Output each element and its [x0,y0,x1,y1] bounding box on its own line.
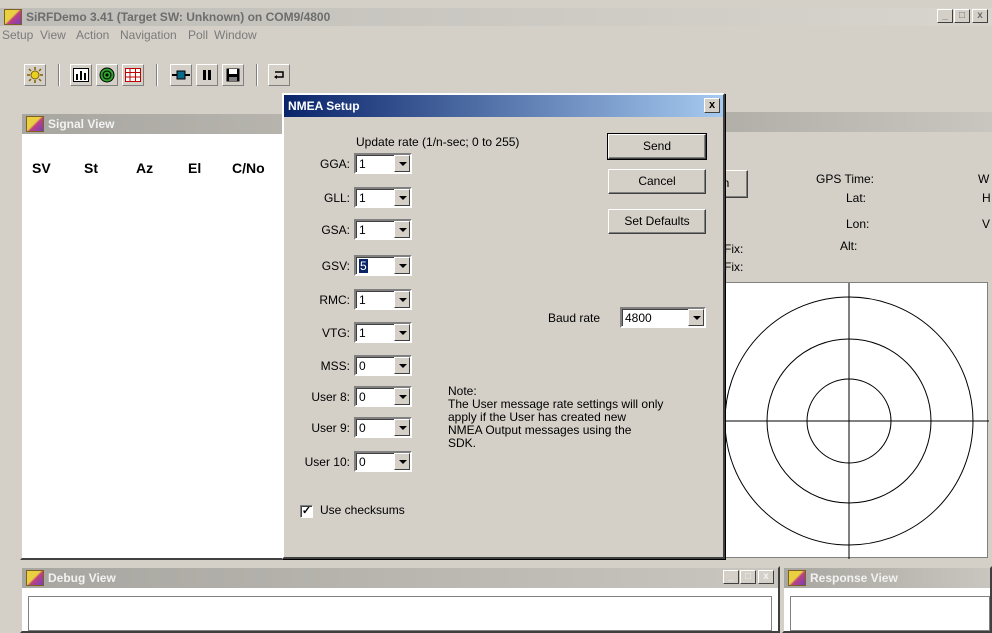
signal-view-title: Signal View [48,117,115,131]
chevron-down-icon[interactable] [394,453,410,470]
column-el: El [188,160,202,176]
fix-label: Fix: [724,260,744,274]
close-button[interactable]: x [972,9,988,23]
sirf-app-icon [788,570,806,586]
debug-maximize-button[interactable]: □ [740,570,756,584]
debug-log-area[interactable] [28,596,772,631]
h-label: H [982,191,991,205]
sirf-app-icon [26,116,44,132]
user9-rate-select[interactable]: 0 [354,417,412,438]
bar-chart-icon[interactable] [70,64,92,86]
chevron-down-icon[interactable] [394,388,410,405]
chevron-down-icon[interactable] [394,291,410,308]
v-label: V [982,217,991,231]
main-title-bar[interactable]: SiRFDemo 3.41 (Target SW: Unknown) on CO… [0,8,992,26]
toolbar [0,62,992,92]
debug-view-title-bar[interactable]: Debug View _ □ x [22,568,778,588]
response-view-title: Response View [810,571,898,585]
chevron-down-icon[interactable] [688,309,704,326]
debug-view-window: Debug View _ □ x [20,566,780,633]
column-st: St [84,160,98,176]
lat-label: Lat: [846,191,867,205]
menu-setup[interactable]: Setup [2,28,33,42]
cancel-button[interactable]: Cancel [608,169,706,194]
sky-plot [724,282,989,559]
menu-window[interactable]: Window [214,28,257,42]
baud-rate-label: Baud rate [548,311,601,325]
settings-sun-icon[interactable] [24,64,46,86]
dialog-title-bar[interactable]: NMEA Setup x [284,95,723,117]
sirf-app-icon [26,570,44,586]
response-log-area[interactable] [790,596,990,631]
menu-poll[interactable]: Poll [188,28,208,42]
connect-icon[interactable] [170,64,192,86]
sirf-app-icon [4,9,22,25]
user8-label: User 8: [311,390,350,404]
debug-view-title: Debug View [48,571,116,585]
sky-plot-rings [724,283,989,559]
minimize-button[interactable]: _ [937,9,953,23]
rmc-label: RMC: [319,293,350,307]
gsv-label: GSV: [321,259,350,273]
vtg-rate-select[interactable]: 1 [354,322,412,343]
gsa-label: GSA: [321,223,350,237]
main-window-title: SiRFDemo 3.41 (Target SW: Unknown) on CO… [26,10,331,24]
use-checksums-checkbox[interactable]: ✓ [300,505,313,518]
chevron-down-icon[interactable] [394,324,410,341]
gga-label: GGA: [319,157,350,171]
user9-label: User 9: [311,421,350,435]
gsv-rate-select[interactable]: 5 [354,255,412,276]
use-checksums-label[interactable]: Use checksums [320,503,405,517]
send-button[interactable]: Send [607,133,707,160]
column-az: Az [136,160,154,176]
set-defaults-button[interactable]: Set Defaults [608,209,706,234]
week-label: W [978,172,990,186]
column-sv: SV [32,160,51,176]
menu-action[interactable]: Action [76,28,109,42]
user10-label: User 10: [304,455,350,469]
chevron-down-icon[interactable] [394,257,410,274]
gll-label: GLL: [323,191,350,205]
response-view-window: Response View [782,566,992,633]
gsa-rate-select[interactable]: 1 [354,219,412,240]
grid-table-icon[interactable] [122,64,144,86]
lon-label: Lon: [846,217,870,231]
chevron-down-icon[interactable] [394,189,410,206]
chevron-down-icon[interactable] [394,221,410,238]
pause-icon[interactable] [196,64,218,86]
maximize-button[interactable]: □ [954,9,970,23]
mss-rate-select[interactable]: 0 [354,355,412,376]
gll-rate-select[interactable]: 1 [354,187,412,208]
update-rate-label: Update rate (1/n-sec; 0 to 255) [356,135,520,149]
dialog-title: NMEA Setup [288,99,360,113]
radar-icon[interactable] [96,64,118,86]
gps-time-label: GPS Time: [816,172,875,186]
alt-label: Alt: [840,239,858,253]
note-text: Note: The User message rate settings wil… [448,384,664,450]
user10-rate-select[interactable]: 0 [354,451,412,472]
dialog-close-button[interactable]: x [704,98,720,113]
return-icon[interactable] [268,64,290,86]
vtg-label: VTG: [321,326,350,340]
gga-rate-select[interactable]: 1 [354,153,412,174]
mss-label: MSS: [320,359,350,373]
save-icon[interactable] [222,64,244,86]
nmea-setup-dialog: NMEA Setup x Update rate (1/n-sec; 0 to … [282,93,725,559]
chevron-down-icon[interactable] [394,419,410,436]
chevron-down-icon[interactable] [394,155,410,172]
rmc-rate-select[interactable]: 1 [354,289,412,310]
column-cno: C/No [232,160,265,176]
baud-rate-select[interactable]: 4800 [620,307,706,328]
debug-minimize-button[interactable]: _ [723,570,739,584]
debug-close-button[interactable]: x [758,570,774,584]
response-view-title-bar[interactable]: Response View [784,568,990,588]
user8-rate-select[interactable]: 0 [354,386,412,407]
fix-label: Fix: [724,242,744,256]
chevron-down-icon[interactable] [394,357,410,374]
menu-navigation[interactable]: Navigation [120,28,177,42]
menu-view[interactable]: View [40,28,66,42]
